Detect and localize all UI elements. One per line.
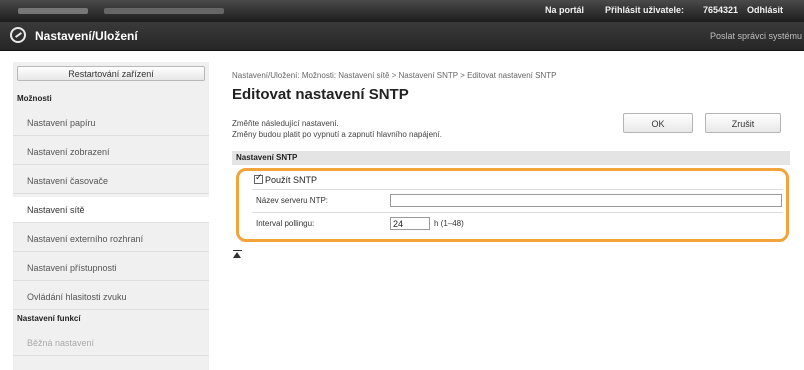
ntp-server-input[interactable] [390, 194, 782, 207]
sidebar-item-display[interactable]: Nastavení zobrazení [13, 139, 209, 165]
polling-interval-label: Interval pollingu: [256, 219, 315, 228]
app-title: Nastavení/Uložení [35, 29, 138, 43]
info-text: Změňte následující nastavení. Změny budo… [232, 118, 442, 140]
logout-link[interactable]: Odhlásit [747, 5, 783, 15]
settings-logo-icon [10, 27, 26, 43]
row-divider [252, 189, 783, 190]
cancel-button[interactable]: Zrušit [705, 113, 781, 133]
polling-interval-input[interactable] [390, 217, 430, 230]
sidebar-item-accessibility[interactable]: Nastavení přístupnosti [13, 255, 209, 281]
page-title: Editovat nastavení SNTP [232, 86, 409, 103]
sidebar-section-options: Možnosti [17, 94, 52, 103]
info-line: Změňte následující nastavení. [232, 119, 339, 128]
title-bar: Nastavení/Uložení Poslat správci systému [0, 22, 804, 51]
back-to-top-icon[interactable] [232, 250, 244, 260]
sidebar-item-external-interface[interactable]: Nastavení externího rozhraní [13, 226, 209, 252]
info-line: Změny budou platit po vypnutí a zapnutí … [232, 130, 442, 139]
sidebar-item-paper[interactable]: Nastavení papíru [13, 110, 209, 136]
use-sntp-label: Použít SNTP [265, 175, 318, 185]
mail-admin-link[interactable]: Poslat správci systému [710, 31, 802, 41]
sidebar: Restartování zařízení Možnosti Nastavení… [13, 62, 209, 370]
row-divider [252, 212, 783, 213]
sidebar-item-network[interactable]: Nastavení sítě [13, 197, 209, 223]
polling-interval-unit: h (1–48) [434, 219, 464, 228]
restart-device-button[interactable]: Restartování zařízení [17, 66, 205, 81]
blurred-header-text [18, 8, 88, 14]
sidebar-item-sound-volume[interactable]: Ovládání hlasitosti zvuku [13, 284, 209, 310]
use-sntp-checkbox[interactable] [254, 173, 263, 184]
login-user-label: Přihlásit uživatele: [605, 5, 685, 15]
blurred-header-text [104, 8, 224, 14]
user-id: 7654321 [703, 5, 739, 15]
sidebar-item-timer[interactable]: Nastavení časovače [13, 168, 209, 194]
sidebar-section-function-settings: Nastavení funkcí [17, 314, 81, 323]
ok-button[interactable]: OK [623, 113, 693, 133]
ntp-server-label: Název serveru NTP: [256, 196, 329, 205]
section-header-sntp: Nastavení SNTP [232, 151, 790, 165]
portal-link[interactable]: Na portál [545, 5, 584, 15]
top-bar: Na portál Přihlásit uživatele: 7654321 O… [0, 0, 804, 22]
sidebar-item-common-settings[interactable]: Běžná nastavení [13, 330, 209, 356]
breadcrumb: Nastavení/Uložení: Možnosti: Nastavení s… [232, 71, 557, 80]
